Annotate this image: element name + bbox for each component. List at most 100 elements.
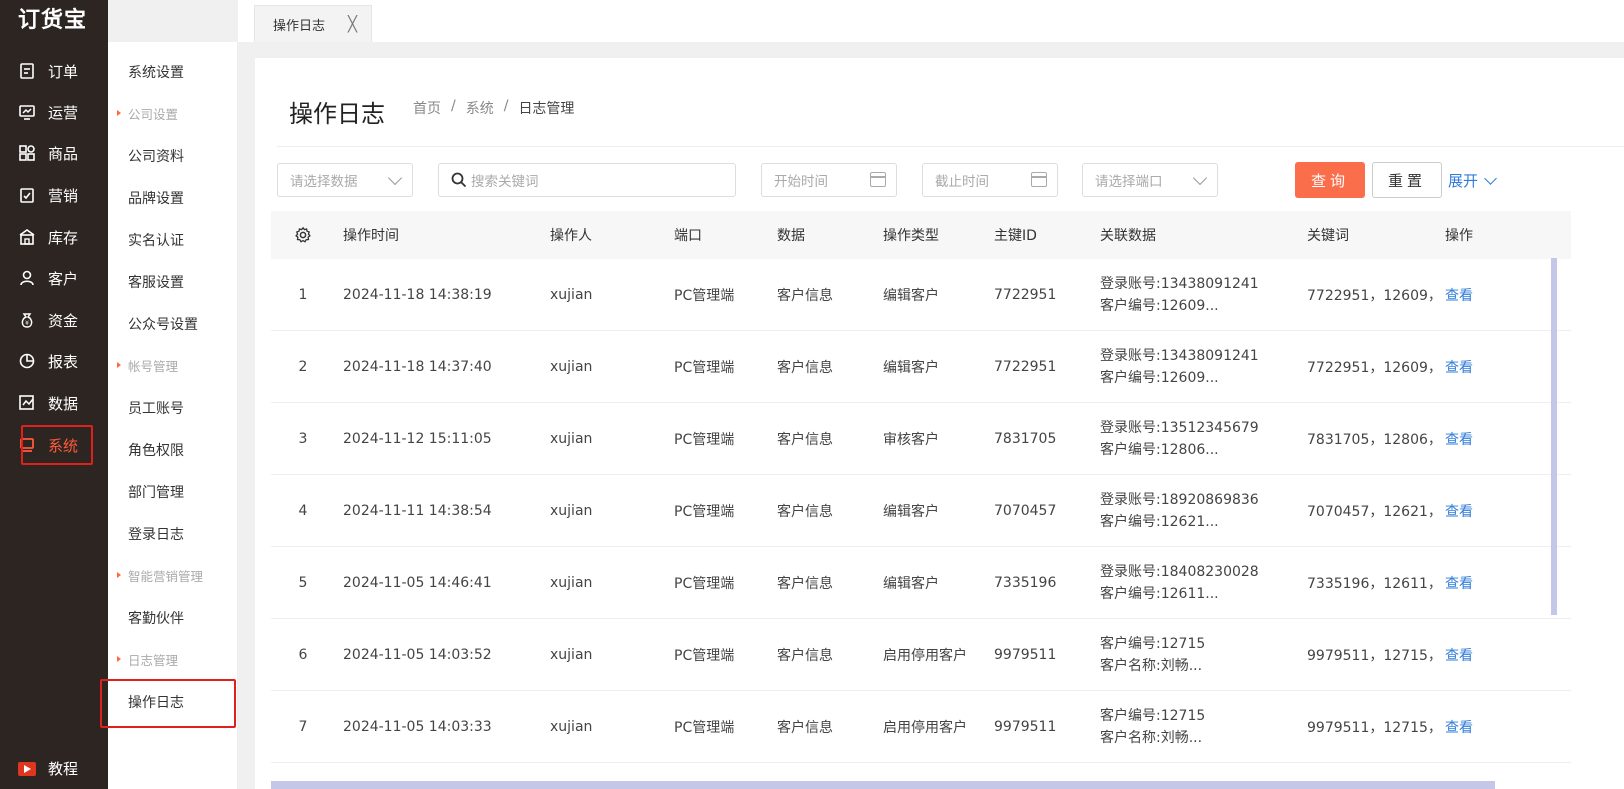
data-select-placeholder: 请选择数据 [290, 174, 358, 190]
tab-bar: 操作日志 ╳ [238, 0, 1624, 42]
close-icon[interactable]: ╳ [348, 15, 357, 33]
related-line: 客户编号:12609... [1100, 369, 1219, 386]
breadcrumb-system[interactable]: 系统 [466, 98, 494, 118]
nav-item-data[interactable]: 数据 [18, 388, 90, 418]
view-link[interactable]: 查看 [1445, 619, 1505, 690]
cell-port: PC管理端 [674, 575, 735, 592]
column-header: 主键ID [994, 228, 1037, 244]
view-link[interactable]: 查看 [1445, 259, 1505, 330]
cell-related: 登录账号:13512345679 客户编号:12806... [1100, 403, 1300, 474]
breadcrumb-separator: / [451, 98, 456, 114]
submenu-staff-account[interactable]: 员工账号 [128, 398, 184, 418]
divider [277, 146, 1624, 147]
view-link[interactable]: 查看 [1445, 475, 1505, 546]
submenu-official-account[interactable]: 公众号设置 [128, 314, 198, 334]
breadcrumb-current: 日志管理 [518, 101, 575, 117]
cell-data: 客户信息 [777, 647, 833, 664]
cell-data: 客户信息 [777, 287, 833, 304]
nav-item-system[interactable]: 系统 [18, 425, 93, 465]
grid-icon [18, 144, 36, 162]
submenu-login-log[interactable]: 登录日志 [128, 524, 184, 544]
cell-keywords: 9979511，12715，刘 [1307, 719, 1437, 736]
column-header: 操作 [1445, 228, 1473, 244]
submenu-group-account[interactable]: 帐号管理 [116, 356, 178, 375]
column-header: 操作类型 [883, 228, 939, 244]
tab-operation-log[interactable]: 操作日志 ╳ [254, 5, 372, 42]
cell-user: xujian [550, 286, 593, 303]
nav-item-marketing[interactable]: 营销 [18, 180, 90, 210]
reset-button[interactable]: 重置 [1372, 162, 1442, 198]
horizontal-scrollbar[interactable] [271, 781, 1495, 789]
vertical-scrollbar[interactable] [1551, 258, 1557, 615]
cell-port: PC管理端 [674, 431, 735, 448]
submenu-group-log[interactable]: 日志管理 [116, 650, 178, 669]
end-time-picker[interactable]: 截止时间 [922, 163, 1058, 197]
submenu-operation-log[interactable]: 操作日志 [100, 679, 236, 728]
svg-text:¥: ¥ [25, 320, 29, 327]
column-settings-button[interactable] [271, 211, 335, 259]
cell-port: PC管理端 [674, 503, 735, 520]
submenu-group-company[interactable]: 公司设置 [116, 104, 178, 123]
cell-keywords: 7335196，12611，人 [1307, 575, 1437, 592]
submenu-realname-auth[interactable]: 实名认证 [128, 230, 184, 250]
view-link[interactable]: 查看 [1445, 331, 1505, 402]
breadcrumb-home[interactable]: 首页 [413, 98, 441, 118]
cell-related: 登录账号:13438091241 客户编号:12609... [1100, 331, 1300, 402]
row-index: 4 [298, 502, 308, 519]
cell-type: 编辑客户 [883, 359, 939, 376]
submenu-group-marketing[interactable]: 智能营销管理 [116, 566, 203, 585]
submenu-partner[interactable]: 客勤伙伴 [128, 608, 184, 628]
table-row: 7 2024-11-05 14:03:33 xujian PC管理端 客户信息 … [271, 691, 1571, 763]
cell-keywords: 7722951，12609，0 [1307, 359, 1437, 376]
cell-related: 客户编号:12715 客户名称:刘畅... [1100, 691, 1300, 762]
breadcrumb-separator: / [503, 98, 509, 114]
view-link[interactable]: 查看 [1445, 403, 1505, 474]
nav-item-tutorial[interactable]: 教程 [18, 758, 78, 779]
nav-item-funds[interactable]: ¥ 资金 [18, 305, 90, 335]
chevron-down-icon [1192, 170, 1208, 186]
related-line: 登录账号:18408230028 [1100, 563, 1259, 580]
breadcrumb: 首页 / 系统 / 日志管理 [413, 98, 574, 118]
nav-item-label: 报表 [48, 352, 79, 371]
port-select[interactable]: 请选择端口 [1082, 163, 1218, 197]
operation-log-table: 操作时间 操作人 端口 数据 操作类型 主键ID 关联数据 关键词 操作 1 2… [271, 211, 1571, 763]
submenu-customer-service[interactable]: 客服设置 [128, 272, 184, 292]
end-time-placeholder: 截止时间 [935, 174, 989, 190]
cell-related: 登录账号:13438091241 客户编号:12609... [1100, 259, 1300, 330]
table-row: 2 2024-11-18 14:37:40 xujian PC管理端 客户信息 … [271, 331, 1571, 403]
pie-chart-icon [18, 352, 36, 370]
highlight-box [100, 679, 236, 728]
nav-item-operations[interactable]: 运营 [18, 97, 90, 127]
submenu-system-settings[interactable]: 系统设置 [128, 62, 184, 82]
expand-filters-button[interactable]: 展开 [1448, 170, 1497, 191]
view-link[interactable]: 查看 [1445, 547, 1505, 618]
related-line: 登录账号:13438091241 [1100, 275, 1259, 292]
submenu-department[interactable]: 部门管理 [128, 482, 184, 502]
cell-pk: 7070457 [994, 502, 1057, 519]
data-select[interactable]: 请选择数据 [277, 163, 413, 197]
cell-data: 客户信息 [777, 719, 833, 736]
query-button[interactable]: 查询 [1295, 162, 1365, 198]
related-line: 登录账号:13512345679 [1100, 419, 1259, 436]
nav-item-products[interactable]: 商品 [18, 138, 90, 168]
cell-user: xujian [550, 430, 593, 447]
cell-time: 2024-11-05 14:46:41 [343, 574, 492, 591]
nav-item-inventory[interactable]: 库存 [18, 222, 90, 252]
start-time-picker[interactable]: 开始时间 [761, 163, 897, 197]
row-index: 2 [298, 358, 308, 375]
cell-type: 启用停用客户 [883, 719, 967, 736]
nav-item-reports[interactable]: 报表 [18, 346, 90, 376]
submenu-brand-settings[interactable]: 品牌设置 [128, 188, 184, 208]
submenu-company-info[interactable]: 公司资料 [128, 146, 184, 166]
system-submenu: 系统设置 公司设置 公司资料 品牌设置 实名认证 客服设置 公众号设置 帐号管理… [100, 42, 238, 789]
cell-pk: 7722951 [994, 358, 1057, 375]
view-link[interactable]: 查看 [1445, 691, 1505, 762]
nav-item-customers[interactable]: 客户 [18, 263, 90, 293]
submenu-role-permission[interactable]: 角色权限 [128, 440, 184, 460]
related-line: 客户编号:12611... [1100, 585, 1219, 602]
search-input[interactable]: 搜索关键词 [438, 163, 736, 197]
clipboard-check-icon [18, 186, 36, 204]
play-icon [18, 761, 36, 776]
cell-user: xujian [550, 358, 593, 375]
nav-item-orders[interactable]: 订单 [18, 56, 90, 86]
